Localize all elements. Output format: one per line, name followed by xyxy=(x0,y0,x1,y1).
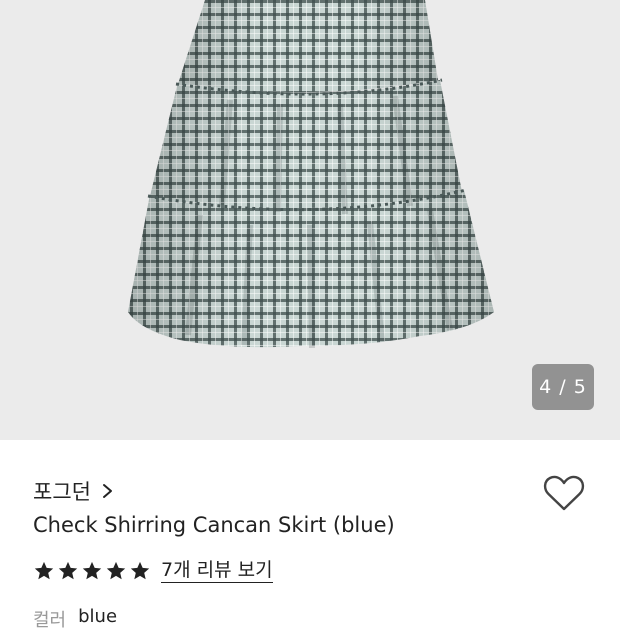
chevron-right-icon xyxy=(102,484,112,498)
skirt-photo xyxy=(128,0,494,349)
star-filled-icon xyxy=(34,561,54,580)
brand-link[interactable]: 포그던 xyxy=(33,476,117,506)
rating-row: 7개 리뷰 보기 xyxy=(33,559,273,583)
product-info: 포그던 Check Shirring Cancan Skirt (blue) 7… xyxy=(0,440,620,631)
brand-name: 포그던 xyxy=(33,480,91,504)
page-indicator: 4 / 5 xyxy=(532,364,594,410)
star-filled-icon xyxy=(130,561,150,580)
star-filled-icon xyxy=(58,561,78,580)
product-image-gallery[interactable]: 4 / 5 xyxy=(0,0,620,440)
color-label: 컬러 xyxy=(33,610,67,631)
color-row: 컬러 blue xyxy=(33,606,117,632)
star-filled-icon xyxy=(82,561,102,580)
heart-outline-icon[interactable] xyxy=(542,472,586,514)
rating-stars xyxy=(33,560,153,582)
review-link[interactable]: 7개 리뷰 보기 xyxy=(161,559,273,583)
star-filled-icon xyxy=(106,561,126,580)
color-value: blue xyxy=(78,606,118,627)
product-title: Check Shirring Cancan Skirt (blue) xyxy=(33,513,395,537)
